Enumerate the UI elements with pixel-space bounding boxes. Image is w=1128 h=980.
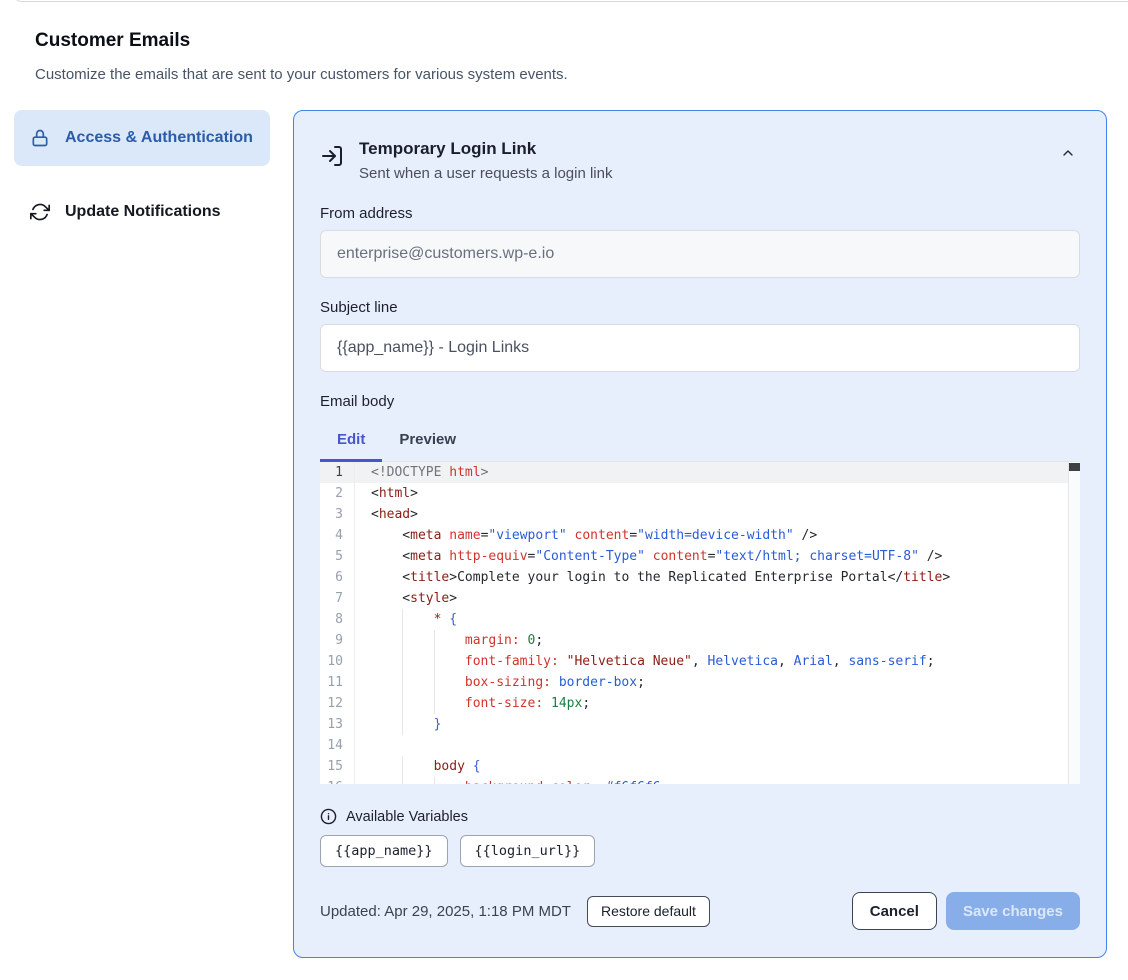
from-address-label: From address <box>320 205 1080 222</box>
editor-scrollbar-thumb[interactable] <box>1069 463 1080 471</box>
line-number: 4 <box>320 525 355 546</box>
panel-header: Temporary Login Link Sent when a user re… <box>320 137 1080 184</box>
restore-default-button[interactable]: Restore default <box>587 896 710 927</box>
code-line[interactable]: 15 body { <box>320 756 1080 777</box>
line-number: 11 <box>320 672 355 693</box>
line-number: 1 <box>320 462 355 483</box>
line-number: 10 <box>320 651 355 672</box>
code-editor-lines: 1<!DOCTYPE html>2<html>3<head>4 <meta na… <box>320 462 1080 784</box>
code-line[interactable]: 11 box-sizing: border-box; <box>320 672 1080 693</box>
panel-footer: Updated: Apr 29, 2025, 1:18 PM MDT Resto… <box>320 892 1080 930</box>
available-variables-label: Available Variables <box>346 809 468 825</box>
line-number: 12 <box>320 693 355 714</box>
variable-chip-app-name[interactable]: {{app_name}} <box>320 835 448 867</box>
login-icon <box>320 144 344 168</box>
line-number: 14 <box>320 735 355 756</box>
line-number: 7 <box>320 588 355 609</box>
line-number: 2 <box>320 483 355 504</box>
line-number: 6 <box>320 567 355 588</box>
email-body-label: Email body <box>320 393 1080 410</box>
variable-chips: {{app_name}} {{login_url}} <box>320 835 1080 867</box>
line-number: 15 <box>320 756 355 777</box>
refresh-icon <box>30 202 50 222</box>
page-title: Customer Emails <box>35 30 190 52</box>
line-number: 13 <box>320 714 355 735</box>
code-line[interactable]: 6 <title>Complete your login to the Repl… <box>320 567 1080 588</box>
line-number: 16 <box>320 777 355 784</box>
previous-card-bottom-edge <box>12 0 1128 2</box>
line-number: 3 <box>320 504 355 525</box>
panel-subtitle: Sent when a user requests a login link <box>359 163 612 184</box>
temporary-login-link-panel: Temporary Login Link Sent when a user re… <box>293 110 1107 958</box>
save-changes-button[interactable]: Save changes <box>946 892 1080 930</box>
sidebar-item-label: Access & Authentication <box>65 127 253 149</box>
tab-edit[interactable]: Edit <box>320 425 382 461</box>
code-line[interactable]: 4 <meta name="viewport" content="width=d… <box>320 525 1080 546</box>
chevron-up-icon <box>1060 145 1076 161</box>
available-variables-row: Available Variables <box>320 808 1080 825</box>
info-icon <box>320 808 337 825</box>
email-body-tabs: Edit Preview <box>320 425 1080 462</box>
cancel-button[interactable]: Cancel <box>852 892 937 930</box>
lock-icon <box>30 128 50 148</box>
code-line[interactable]: 12 font-size: 14px; <box>320 693 1080 714</box>
email-types-sidebar: Access & Authentication Update Notificat… <box>14 110 270 240</box>
code-line[interactable]: 9 margin: 0; <box>320 630 1080 651</box>
tab-preview[interactable]: Preview <box>382 425 473 461</box>
updated-timestamp: Updated: Apr 29, 2025, 1:18 PM MDT <box>320 903 571 920</box>
subject-line-label: Subject line <box>320 299 1080 316</box>
collapse-panel-button[interactable] <box>1060 145 1076 161</box>
line-number: 8 <box>320 609 355 630</box>
subject-line-input[interactable] <box>320 324 1080 372</box>
code-line[interactable]: 8 * { <box>320 609 1080 630</box>
page-subtitle: Customize the emails that are sent to yo… <box>35 66 568 83</box>
code-line[interactable]: 3<head> <box>320 504 1080 525</box>
sidebar-item-access-authentication[interactable]: Access & Authentication <box>14 110 270 166</box>
code-line[interactable]: 16 background-color: #f6f6f6; <box>320 777 1080 784</box>
code-line[interactable]: 13 } <box>320 714 1080 735</box>
line-number: 9 <box>320 630 355 651</box>
code-line[interactable]: 14 <box>320 735 1080 756</box>
panel-header-text: Temporary Login Link Sent when a user re… <box>359 137 612 184</box>
code-line[interactable]: 1<!DOCTYPE html> <box>320 462 1080 483</box>
panel-title: Temporary Login Link <box>359 137 612 161</box>
sidebar-item-update-notifications[interactable]: Update Notifications <box>14 184 270 240</box>
sidebar-item-label: Update Notifications <box>65 201 221 223</box>
code-line[interactable]: 10 font-family: "Helvetica Neue", Helvet… <box>320 651 1080 672</box>
variable-chip-login-url[interactable]: {{login_url}} <box>460 835 596 867</box>
code-line[interactable]: 7 <style> <box>320 588 1080 609</box>
from-address-input[interactable] <box>320 230 1080 278</box>
editor-scrollbar[interactable] <box>1068 462 1080 784</box>
line-number: 5 <box>320 546 355 567</box>
code-line[interactable]: 2<html> <box>320 483 1080 504</box>
code-line[interactable]: 5 <meta http-equiv="Content-Type" conten… <box>320 546 1080 567</box>
code-editor[interactable]: 1<!DOCTYPE html>2<html>3<head>4 <meta na… <box>320 462 1080 784</box>
